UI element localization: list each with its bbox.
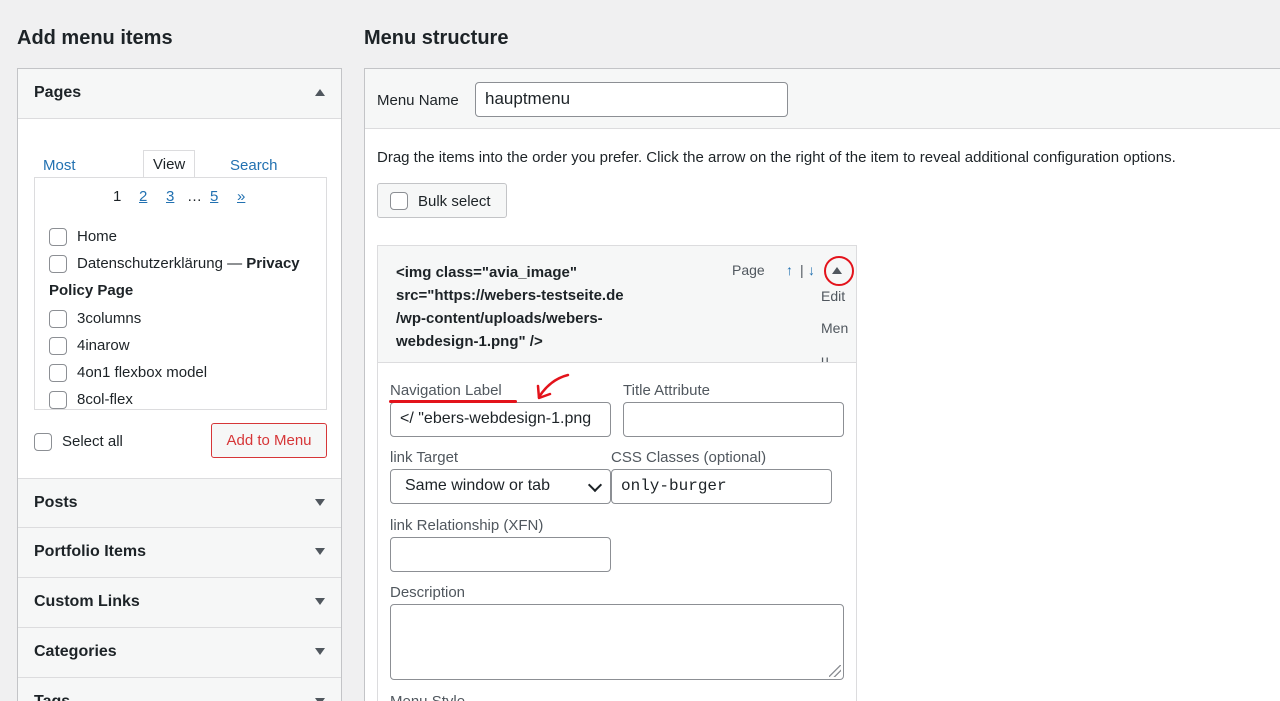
menu-structure-heading: Menu structure [364, 27, 509, 49]
menu-item-type: Page [732, 262, 765, 278]
annotation-circle [824, 256, 854, 286]
tab-view-all[interactable]: View All [143, 150, 196, 201]
navigation-label-label: Navigation Label [390, 382, 502, 399]
link-target-label: link Target [390, 449, 459, 466]
css-classes-input[interactable]: only-burger [611, 469, 832, 504]
view-all-panel: 1 2 3 … 5 » Home Datenschutzerklärung — … [34, 177, 327, 410]
checkbox[interactable] [49, 337, 67, 355]
chevron-down-icon [315, 499, 325, 506]
xfn-input[interactable] [390, 537, 611, 572]
annotation-arrow-icon [536, 373, 570, 400]
accordion-pages[interactable]: Pages [18, 69, 341, 119]
title-attribute-label: Title Attribute [623, 382, 710, 399]
accordion-custom-links-title: Custom Links [34, 593, 140, 610]
checkbox[interactable] [49, 255, 67, 273]
add-menu-items-panel: Pages Most Recent View All Search 1 2 3 … [17, 68, 342, 701]
pages-accordion-body: Most Recent View All Search 1 2 3 … 5 » … [18, 120, 341, 478]
list-item-label-continued: Policy Page [49, 282, 134, 299]
accordion-tags[interactable]: Tags [18, 678, 341, 701]
list-item-label: 4on1 flexbox model [77, 364, 208, 381]
move-down-icon[interactable]: ↓ [808, 262, 815, 278]
page-link-2[interactable]: 2 [139, 188, 147, 205]
tab-most-recent[interactable]: Most Recent [43, 152, 91, 202]
menu-structure-panel: Menu Name hauptmenu Drag the items into … [364, 68, 1280, 701]
menu-item-side-u: u [821, 352, 829, 363]
tab-search[interactable]: Search [230, 152, 278, 180]
menu-style-label: Menu Style [390, 693, 465, 701]
add-to-menu-button[interactable]: Add to Menu [211, 423, 327, 458]
accordion-categories[interactable]: Categories [18, 628, 341, 678]
xfn-label: link Relationship (XFN) [390, 517, 544, 534]
bulk-select-checkbox[interactable] [390, 192, 408, 210]
list-item-label: Home [77, 228, 118, 245]
menu-item-handle[interactable]: <img class="avia_image" src="https://web… [378, 246, 856, 363]
accordion-posts-title: Posts [34, 494, 78, 511]
resize-grip-icon[interactable] [829, 665, 841, 677]
menu-item-side-edit: Edit [821, 288, 846, 304]
checkbox[interactable] [49, 310, 67, 328]
chevron-down-icon [315, 598, 325, 605]
add-menu-items-heading: Add menu items [17, 27, 173, 49]
chevron-down-icon [587, 477, 603, 493]
move-up-icon[interactable]: ↑ [786, 262, 793, 278]
link-target-select[interactable]: Same window or tab [390, 469, 611, 504]
menu-name-input[interactable]: hauptmenu [475, 82, 788, 117]
accordion-portfolio-items[interactable]: Portfolio Items [18, 528, 341, 578]
select-all-checkbox[interactable] [34, 433, 52, 451]
description-textarea[interactable] [390, 604, 844, 680]
checkbox[interactable] [49, 364, 67, 382]
list-item-label: 3columns [77, 310, 142, 327]
chevron-down-icon [315, 648, 325, 655]
page-link-3[interactable]: 3 [166, 188, 174, 205]
menu-item-title: <img class="avia_image" src="https://web… [396, 264, 624, 350]
bulk-select-label: Bulk select [418, 193, 491, 210]
instructions-text: Drag the items into the order you prefer… [377, 149, 1176, 166]
accordion-tags-title: Tags [34, 693, 70, 701]
select-all-label: Select all [62, 433, 123, 450]
page-link-5[interactable]: 5 [210, 188, 218, 205]
accordion-categories-title: Categories [34, 643, 117, 660]
chevron-up-icon [315, 89, 325, 96]
menu-item-side-menu: Men [821, 320, 849, 336]
navigation-label-input[interactable]: ebers-webdesign-1.png" /> [390, 402, 611, 437]
checkbox[interactable] [49, 391, 67, 409]
list-item-label: 8col-flex [77, 391, 133, 408]
accordion-posts[interactable]: Posts [18, 478, 341, 528]
bulk-select-button[interactable]: Bulk select [377, 183, 507, 218]
description-label: Description [390, 584, 466, 601]
annotation-underline [389, 400, 517, 403]
accordion-custom-links[interactable]: Custom Links [18, 578, 341, 628]
accordion-portfolio-title: Portfolio Items [34, 543, 147, 560]
title-attribute-input[interactable] [623, 402, 844, 437]
page-next-link[interactable]: » [237, 188, 245, 205]
list-item-label: Datenschutzerklärung — Privacy [77, 255, 300, 272]
menu-name-row: Menu Name hauptmenu [365, 69, 1280, 129]
checkbox[interactable] [49, 228, 67, 246]
chevron-down-icon [315, 548, 325, 555]
menu-item: <img class="avia_image" src="https://web… [377, 245, 857, 701]
page-ellipsis: … [187, 188, 202, 205]
move-separator: | [800, 262, 804, 278]
link-target-value: Same window or tab [405, 477, 550, 494]
list-item-label: 4inarow [77, 337, 130, 354]
accordion-pages-title: Pages [34, 84, 82, 101]
css-classes-label: CSS Classes (optional) [611, 449, 767, 466]
page-current: 1 [113, 188, 122, 205]
menu-name-label: Menu Name [377, 92, 459, 109]
